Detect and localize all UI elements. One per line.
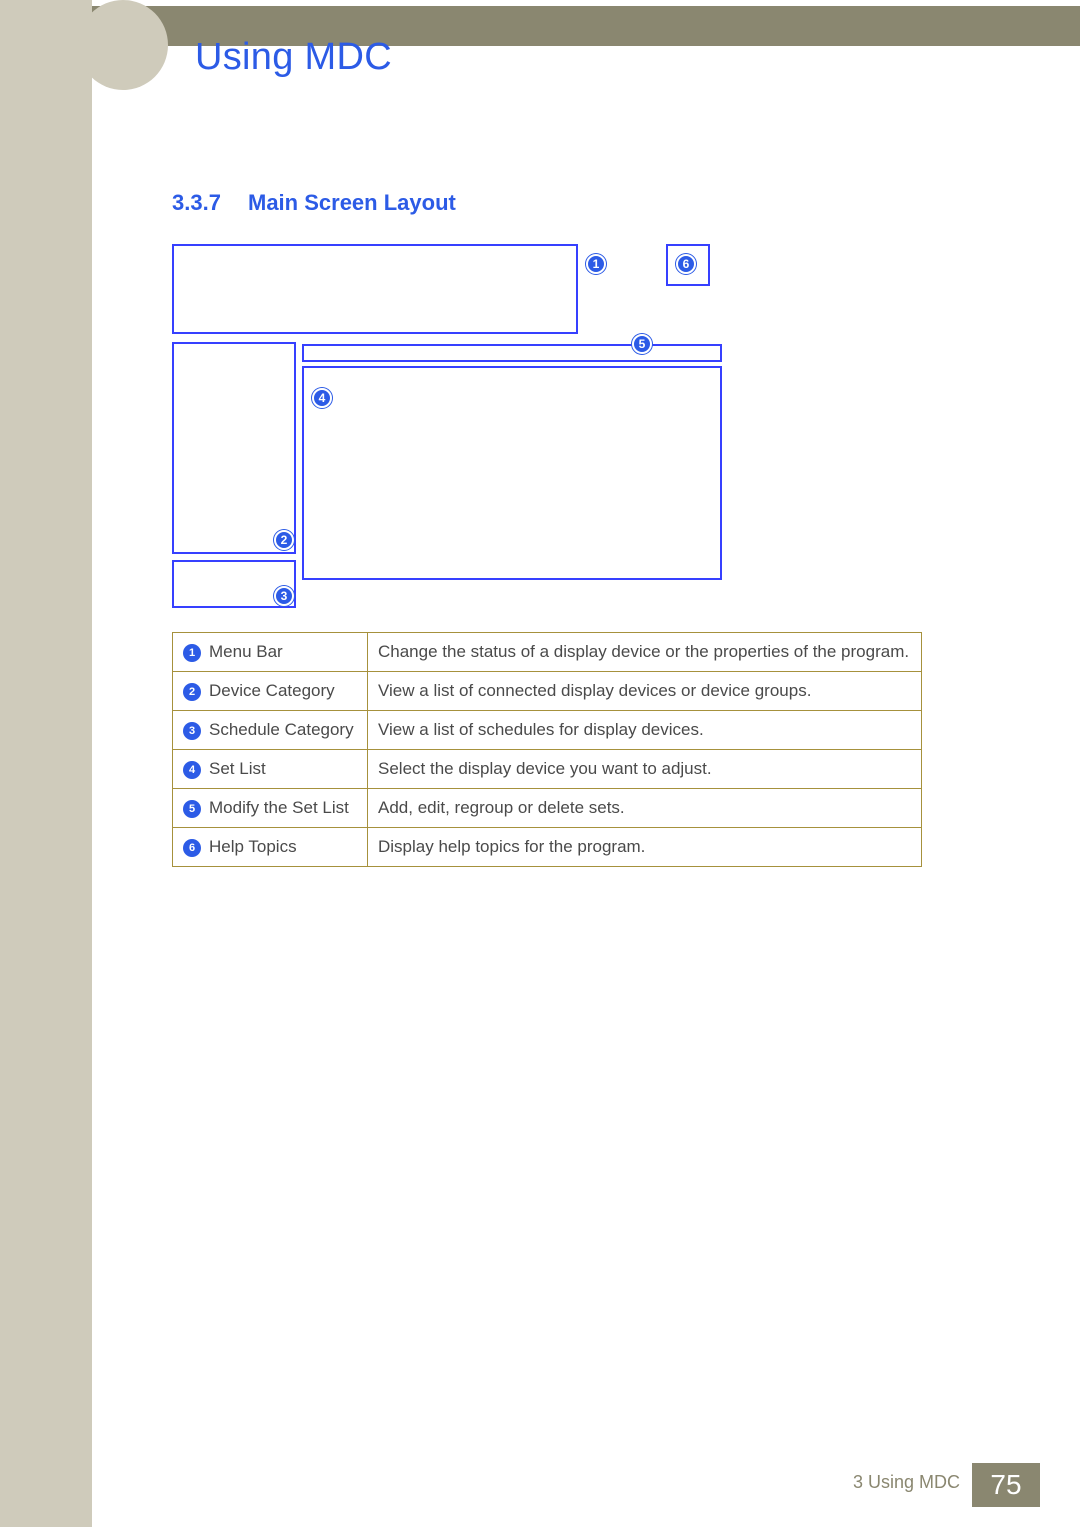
table-row: 5 Modify the Set List Add, edit, regroup o…: [173, 789, 922, 828]
diagram-region-device-category: [172, 342, 296, 554]
diagram-region-modify-setlist: [302, 344, 722, 362]
legend-key-cell: 3 Schedule Category: [173, 711, 368, 750]
table-row: 1 Menu Bar Change the status of a display …: [173, 633, 922, 672]
legend-desc-cell: Display help topics for the program.: [368, 828, 922, 867]
legend-bullet-icon: 6: [183, 839, 201, 857]
legend-bullet-icon: 5: [183, 800, 201, 818]
diagram-region-setlist: [302, 366, 722, 580]
footer-chapter: 3 Using MDC: [853, 1472, 960, 1493]
section-number: 3.3.7: [172, 190, 221, 216]
legend-key-cell: 2 Device Category: [173, 672, 368, 711]
legend-desc-cell: Select the display device you want to ad…: [368, 750, 922, 789]
table-row: 6 Help Topics Display help topics for the …: [173, 828, 922, 867]
legend-table: 1 Menu Bar Change the status of a display …: [172, 632, 922, 867]
legend-label: Modify the Set List: [209, 798, 349, 817]
legend-desc-cell: Add, edit, regroup or delete sets.: [368, 789, 922, 828]
legend-label: Schedule Category: [209, 720, 354, 739]
legend-label: Set List: [209, 759, 266, 778]
table-row: 2 Device Category View a list of connected…: [173, 672, 922, 711]
table-row: 3 Schedule Category View a list of schedul…: [173, 711, 922, 750]
legend-desc-cell: View a list of connected display devices…: [368, 672, 922, 711]
callout-icon-3: 3: [274, 586, 294, 606]
legend-label: Device Category: [209, 681, 335, 700]
legend-bullet-icon: 1: [183, 644, 201, 662]
legend-key-cell: 6 Help Topics: [173, 828, 368, 867]
legend-key-cell: 5 Modify the Set List: [173, 789, 368, 828]
legend-bullet-icon: 2: [183, 683, 201, 701]
diagram-region-menubar: [172, 244, 578, 334]
legend-label: Menu Bar: [209, 642, 283, 661]
callout-icon-1: 1: [586, 254, 606, 274]
legend-bullet-icon: 4: [183, 761, 201, 779]
callout-icon-4: 4: [312, 388, 332, 408]
table-row: 4 Set List Select the display device you w…: [173, 750, 922, 789]
page-title: Using MDC: [195, 36, 392, 79]
legend-label: Help Topics: [209, 837, 297, 856]
legend-key-cell: 4 Set List: [173, 750, 368, 789]
legend-desc-cell: View a list of schedules for display dev…: [368, 711, 922, 750]
legend-desc-cell: Change the status of a display device or…: [368, 633, 922, 672]
callout-icon-6: 6: [676, 254, 696, 274]
layout-diagram: 1 2 3 4 5 6: [172, 244, 724, 608]
left-gutter: [0, 0, 92, 1527]
legend-bullet-icon: 3: [183, 722, 201, 740]
document-page: Using MDC 3.3.7 Main Screen Layout 1 2 3…: [0, 0, 1080, 1527]
footer-page-number: 75: [972, 1463, 1040, 1507]
callout-icon-2: 2: [274, 530, 294, 550]
section-title: Main Screen Layout: [248, 190, 456, 216]
legend-key-cell: 1 Menu Bar: [173, 633, 368, 672]
chapter-circle-icon: [78, 0, 168, 90]
callout-icon-5: 5: [632, 334, 652, 354]
